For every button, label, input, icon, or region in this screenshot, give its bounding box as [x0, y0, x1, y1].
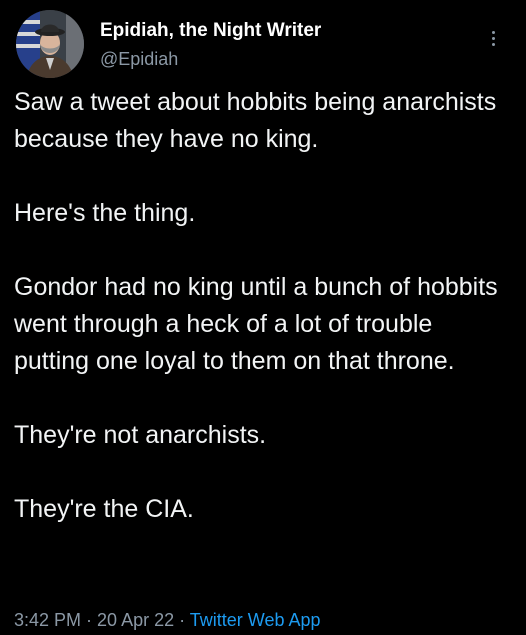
tweet-header: Epidiah, the Night Writer @Epidiah: [16, 10, 510, 80]
author-name[interactable]: Epidiah, the Night Writer: [100, 20, 321, 42]
tweet-text: Saw a tweet about hobbits being anarchis…: [14, 84, 514, 528]
tweet-meta: 3:42 PM · 20 Apr 22 · Twitter Web App: [14, 610, 321, 631]
tweet-source-link[interactable]: Twitter Web App: [190, 610, 321, 630]
more-vertical-icon[interactable]: [486, 28, 500, 54]
tweet-paragraph: They're not anarchists.: [14, 421, 267, 449]
tweet-paragraph: Saw a tweet about hobbits being anarchis…: [14, 88, 497, 153]
tweet-paragraph: They're the CIA.: [14, 495, 194, 523]
tweet-paragraph: Here's the thing.: [14, 199, 196, 227]
avatar[interactable]: [16, 10, 84, 78]
meta-separator: ·: [174, 610, 190, 630]
author-handle[interactable]: @Epidiah: [100, 49, 178, 70]
tweet-date[interactable]: 20 Apr 22: [97, 610, 174, 630]
tweet-paragraph: Gondor had no king until a bunch of hobb…: [14, 273, 498, 375]
tweet-card: Epidiah, the Night Writer @Epidiah Saw a…: [0, 0, 526, 635]
tweet-time[interactable]: 3:42 PM: [14, 610, 81, 630]
avatar-image: [16, 10, 84, 78]
meta-separator: ·: [81, 610, 98, 630]
